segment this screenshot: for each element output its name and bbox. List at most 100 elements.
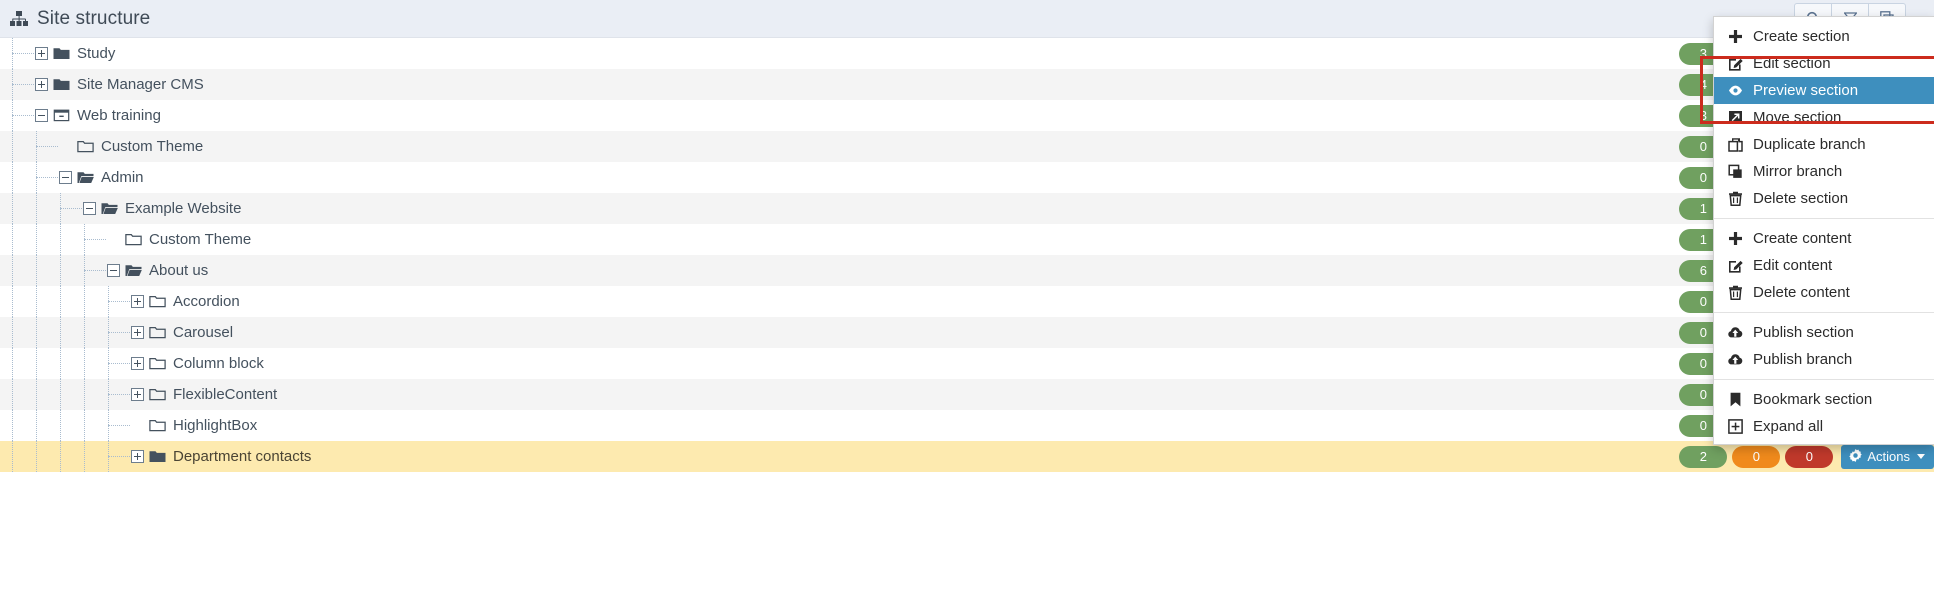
tree-guide-line (60, 224, 61, 255)
menu-item-edit-content[interactable]: Edit content (1714, 252, 1934, 279)
collapse-node-icon[interactable] (59, 171, 72, 184)
duplicate-icon (1727, 137, 1744, 152)
tree-guide-line (60, 317, 61, 348)
plus-icon (1727, 231, 1744, 246)
menu-item-create-section[interactable]: Create section (1714, 23, 1934, 50)
tree-guide-line (12, 410, 13, 441)
tree-node-label: Custom Theme (101, 138, 204, 155)
menu-item-label: Expand all (1753, 418, 1824, 435)
trash-icon (1727, 285, 1744, 300)
expand-node-icon[interactable] (131, 357, 144, 370)
pencil-square-icon (1727, 56, 1744, 71)
menu-item-publish-section[interactable]: Publish section (1714, 319, 1934, 346)
menu-item-duplicate-branch[interactable]: Duplicate branch (1714, 131, 1934, 158)
tree-row[interactable]: Custom Theme0Actions (0, 131, 1934, 162)
site-structure-tree: Study3ActionsSite Manager CMS4ActionsWeb… (0, 38, 1934, 598)
expand-node-icon[interactable] (35, 78, 48, 91)
menu-item-label: Create content (1753, 230, 1852, 247)
plus-icon (1727, 29, 1744, 44)
mirror-icon (1727, 164, 1744, 179)
tree-guide-line (12, 131, 13, 162)
tree-row[interactable]: Column block0Actions (0, 348, 1934, 379)
menu-item-label: Publish section (1753, 324, 1854, 341)
tree-node-label: HighlightBox (173, 417, 258, 434)
folder-solid-icon (53, 79, 70, 90)
tree-row[interactable]: Site Manager CMS4Actions (0, 69, 1934, 100)
tree-row[interactable]: Admin0Actions (0, 162, 1934, 193)
status-badge-green: 2 (1679, 445, 1728, 468)
collapse-node-icon[interactable] (35, 109, 48, 122)
menu-item-preview-section[interactable]: Preview section (1714, 77, 1934, 104)
tree-elbow-connector (12, 53, 34, 54)
tree-guide-line (60, 348, 61, 379)
menu-item-label: Delete content (1753, 284, 1850, 301)
tree-node-label: Accordion (173, 293, 240, 310)
expand-node-icon[interactable] (131, 326, 144, 339)
menu-item-label: Delete section (1753, 190, 1849, 207)
menu-item-edit-section[interactable]: Edit section (1714, 50, 1934, 77)
menu-item-mirror-branch[interactable]: Mirror branch (1714, 158, 1934, 185)
tree-node-label: Site Manager CMS (77, 76, 204, 93)
actions-button-label: Actions (1867, 449, 1910, 464)
tree-row[interactable]: Web training3Actions (0, 100, 1934, 131)
tree-guide-line (60, 441, 61, 472)
status-badge-orange: 0 (1732, 445, 1781, 468)
tree-row[interactable]: Department contacts 2 0 0 Actions (0, 441, 1934, 472)
menu-item-delete-content[interactable]: Delete content (1714, 279, 1934, 306)
folder-open-line-icon (149, 295, 166, 308)
menu-item-publish-branch[interactable]: Publish branch (1714, 346, 1934, 373)
tree-row[interactable]: Accordion0Actions (0, 286, 1934, 317)
folder-open-line-icon (149, 326, 166, 339)
expand-node-icon[interactable] (131, 295, 144, 308)
tree-guide-line (36, 317, 37, 348)
status-badge-red: 0 (1785, 445, 1834, 468)
tree-guide-line (60, 255, 61, 286)
folder-open-line-icon (149, 388, 166, 401)
tree-guide-line (12, 441, 13, 472)
tree-guide-line (36, 193, 37, 224)
tree-node-label: Study (77, 45, 116, 62)
chevron-down-icon (1917, 454, 1925, 459)
tree-row[interactable]: Carousel0Actions (0, 317, 1934, 348)
tree-guide-line (12, 317, 13, 348)
actions-button[interactable]: Actions (1841, 444, 1934, 469)
tree-row[interactable]: Study3Actions (0, 38, 1934, 69)
tree-guide-line (60, 410, 61, 441)
gear-icon (1849, 448, 1863, 465)
menu-item-expand-all[interactable]: Expand all (1714, 413, 1934, 440)
tree-row-partial[interactable] (0, 472, 1934, 503)
tree-guide-line (84, 286, 85, 317)
collapse-node-icon[interactable] (107, 264, 120, 277)
tree-row[interactable]: Example Website1Actions (0, 193, 1934, 224)
tree-guide-line (12, 379, 13, 410)
menu-item-move-section[interactable]: Move section (1714, 104, 1934, 131)
tree-row[interactable]: FlexibleContent0Actions (0, 379, 1934, 410)
tree-guide-line (12, 286, 13, 317)
tree-row[interactable]: Custom Theme1Actions (0, 224, 1934, 255)
section-context-menu[interactable]: Create section Edit section Preview sectio… (1713, 16, 1934, 445)
menu-separator (1714, 379, 1934, 380)
menu-item-create-content[interactable]: Create content (1714, 225, 1934, 252)
expand-node-icon[interactable] (131, 388, 144, 401)
tree-guide-line (12, 255, 13, 286)
tree-node-label: Example Website (125, 200, 242, 217)
folder-solid-icon (53, 48, 70, 59)
folder-open-solid-icon (125, 265, 142, 276)
expand-node-icon[interactable] (131, 450, 144, 463)
menu-item-bookmark-section[interactable]: Bookmark section (1714, 386, 1934, 413)
trash-icon (1727, 191, 1744, 206)
tree-guide-line (60, 379, 61, 410)
tree-elbow-connector (108, 363, 130, 364)
header-left: Site structure (0, 8, 150, 30)
tree-row[interactable]: HighlightBox0Actions (0, 410, 1934, 441)
menu-item-label: Bookmark section (1753, 391, 1873, 408)
expand-node-icon[interactable] (35, 47, 48, 60)
tree-guide-line (84, 379, 85, 410)
collapse-node-icon[interactable] (83, 202, 96, 215)
tree-row[interactable]: About us6Actions (0, 255, 1934, 286)
tree-guide-line (12, 224, 13, 255)
menu-item-label: Create section (1753, 28, 1850, 45)
tree-elbow-connector (108, 301, 130, 302)
menu-separator (1714, 312, 1934, 313)
menu-item-delete-section[interactable]: Delete section (1714, 185, 1934, 212)
